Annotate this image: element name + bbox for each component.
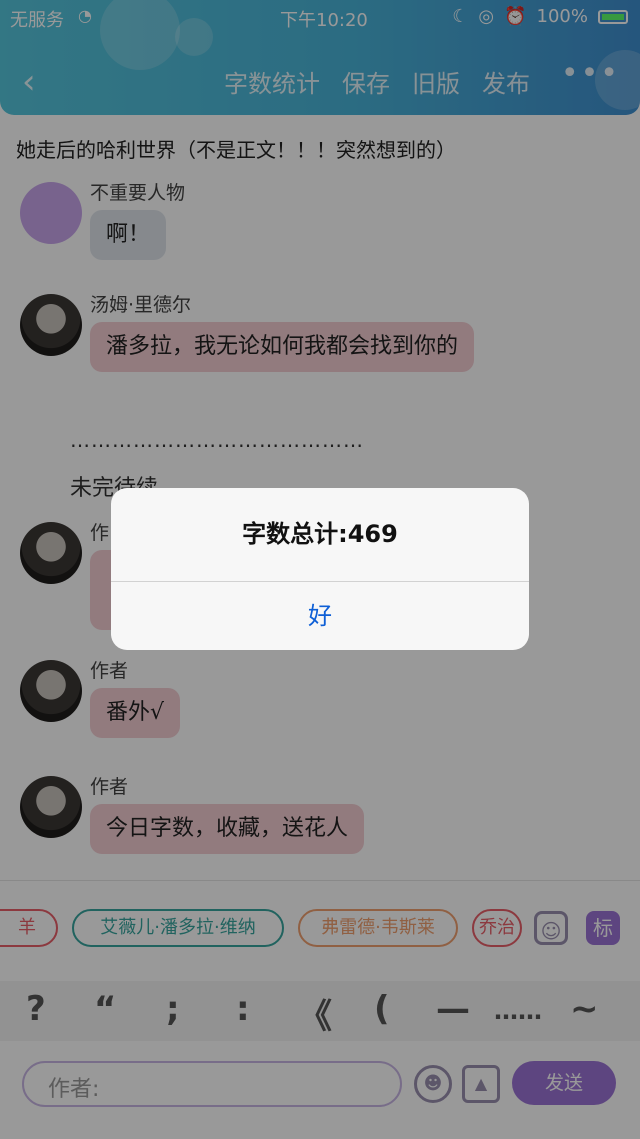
alert-ok-button[interactable]: 好 bbox=[111, 582, 529, 650]
word-count-alert: 字数总计:469 好 bbox=[111, 488, 529, 650]
alert-title: 字数总计:469 bbox=[242, 520, 398, 548]
